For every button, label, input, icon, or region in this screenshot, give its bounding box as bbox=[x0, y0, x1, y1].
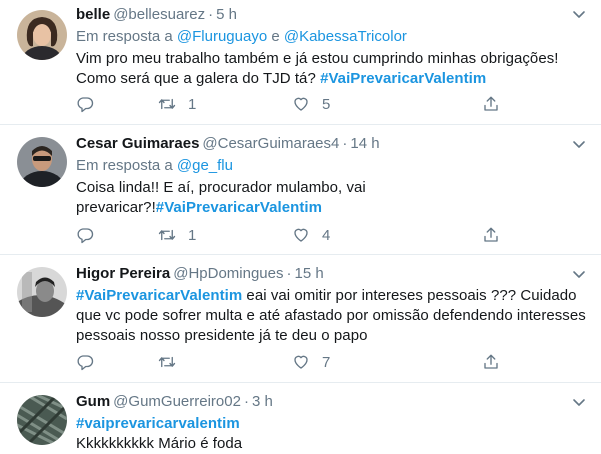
tweet-text: Coisa linda!! E aí, procurador mulambo, … bbox=[76, 178, 376, 218]
like-button[interactable]: 5 bbox=[292, 94, 330, 114]
mention-link[interactable]: @Fluruguayo bbox=[177, 28, 267, 45]
tweet-text: Vim pro meu trabalho também e já estou c… bbox=[76, 49, 587, 89]
retweet-button[interactable]: 1 bbox=[158, 94, 196, 114]
like-count: 4 bbox=[322, 226, 331, 244]
retweet-icon bbox=[158, 226, 176, 244]
reply-icon bbox=[76, 226, 94, 244]
hashtag-link[interactable]: #VaiPrevaricarValentim bbox=[76, 287, 242, 304]
like-button[interactable]: 7 bbox=[292, 352, 330, 372]
avatar[interactable] bbox=[17, 137, 67, 187]
retweet-count: 1 bbox=[188, 95, 197, 113]
share-button[interactable] bbox=[482, 94, 500, 114]
chevron-down-icon[interactable] bbox=[571, 266, 587, 282]
reply-icon bbox=[76, 95, 94, 113]
chevron-down-icon[interactable] bbox=[571, 6, 587, 22]
reply-context: Em resposta a @Fluruguayo e @KabessaTric… bbox=[76, 27, 587, 46]
share-icon bbox=[482, 226, 500, 244]
timestamp[interactable]: 14 h bbox=[350, 135, 379, 152]
hashtag-link[interactable]: #VaiPrevaricarValentim bbox=[320, 70, 486, 87]
reply-conjunction: e bbox=[271, 28, 280, 45]
retweet-button[interactable]: 1 bbox=[158, 225, 196, 245]
mention-link[interactable]: @KabessaTricolor bbox=[284, 28, 407, 45]
reply-button[interactable] bbox=[76, 352, 94, 372]
reply-context: Em resposta a @ge_flu bbox=[76, 156, 587, 175]
tweet[interactable]: Higor Pereira @HpDomingues · 15 h #VaiPreva… bbox=[0, 255, 601, 383]
display-name[interactable]: Higor Pereira bbox=[76, 265, 170, 282]
hashtag-link[interactable]: #vaiprevaricarvalentim bbox=[76, 415, 240, 432]
separator-dot: · bbox=[243, 393, 249, 410]
timestamp[interactable]: 5 h bbox=[216, 6, 237, 23]
display-name[interactable]: Cesar Guimaraes bbox=[76, 135, 199, 152]
reply-button[interactable] bbox=[76, 225, 94, 245]
tweet-text: #vaiprevaricarvalentim Kkkkkkkkkk Mário é… bbox=[76, 414, 587, 454]
mention-link[interactable]: @ge_flu bbox=[177, 157, 233, 174]
reply-prefix: Em resposta a bbox=[76, 28, 173, 45]
separator-dot: · bbox=[286, 265, 292, 282]
timestamp[interactable]: 15 h bbox=[295, 265, 324, 282]
chevron-down-icon[interactable] bbox=[571, 394, 587, 410]
like-icon bbox=[292, 226, 310, 244]
retweet-icon bbox=[158, 353, 176, 371]
tweet-text: #VaiPrevaricarValentim eai vai omitir po… bbox=[76, 286, 587, 346]
retweet-button[interactable] bbox=[158, 352, 176, 372]
tweet-text-body: Kkkkkkkkkk Mário é foda bbox=[76, 435, 243, 452]
avatar[interactable] bbox=[17, 10, 67, 60]
chevron-down-icon[interactable] bbox=[571, 136, 587, 152]
avatar[interactable] bbox=[17, 267, 67, 317]
retweet-icon bbox=[158, 95, 176, 113]
reply-icon bbox=[76, 353, 94, 371]
separator-dot: · bbox=[208, 6, 214, 23]
display-name[interactable]: belle bbox=[76, 6, 110, 23]
user-handle[interactable]: @GumGuerreiro02 bbox=[113, 393, 241, 410]
like-icon bbox=[292, 353, 310, 371]
like-count: 7 bbox=[322, 353, 331, 371]
avatar[interactable] bbox=[17, 395, 67, 445]
reply-prefix: Em resposta a bbox=[76, 157, 173, 174]
share-icon bbox=[482, 95, 500, 113]
separator-dot: · bbox=[342, 135, 348, 152]
share-icon bbox=[482, 353, 500, 371]
hashtag-link[interactable]: #VaiPrevaricarValentim bbox=[156, 199, 322, 216]
like-icon bbox=[292, 95, 310, 113]
reply-button[interactable] bbox=[76, 94, 94, 114]
tweet[interactable]: Gum @GumGuerreiro02 · 3 h #vaiprevaricarval… bbox=[0, 383, 601, 454]
tweet[interactable]: belle @bellesuarez · 5 h Em resposta a @Flu… bbox=[0, 0, 601, 125]
user-handle[interactable]: @HpDomingues bbox=[173, 265, 283, 282]
timestamp[interactable]: 3 h bbox=[252, 393, 273, 410]
share-button[interactable] bbox=[482, 225, 500, 245]
share-button[interactable] bbox=[482, 352, 500, 372]
retweet-count: 1 bbox=[188, 226, 197, 244]
like-button[interactable]: 4 bbox=[292, 225, 330, 245]
display-name[interactable]: Gum bbox=[76, 393, 110, 410]
tweet[interactable]: Cesar Guimaraes @CesarGuimaraes4 · 14 h Em … bbox=[0, 125, 601, 255]
user-handle[interactable]: @bellesuarez bbox=[113, 6, 205, 23]
like-count: 5 bbox=[322, 95, 331, 113]
user-handle[interactable]: @CesarGuimaraes4 bbox=[202, 135, 339, 152]
